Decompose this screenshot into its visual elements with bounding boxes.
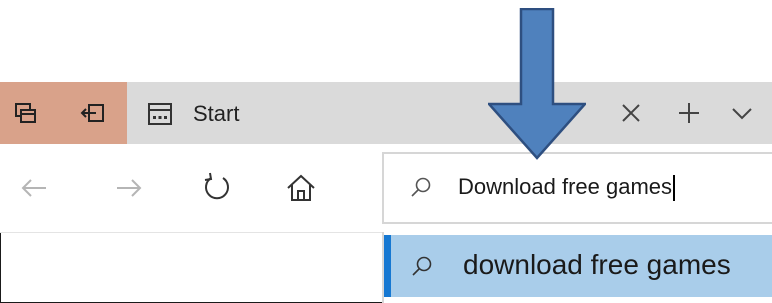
address-input[interactable]: Download free games	[458, 171, 675, 203]
search-icon	[408, 175, 434, 201]
tab-preview-icon[interactable]	[13, 100, 39, 126]
tab-title: Start	[193, 101, 240, 126]
back-arrow-icon[interactable]	[16, 170, 52, 206]
address-input-text: Download free games	[458, 174, 673, 199]
close-icon[interactable]	[614, 96, 648, 130]
search-icon	[409, 254, 435, 280]
set-tabs-aside-icon[interactable]	[80, 100, 106, 126]
down-arrow-annotation	[488, 8, 586, 160]
forward-arrow-icon[interactable]	[111, 170, 147, 206]
tab-actions-group	[0, 82, 127, 144]
suggestions-dropdown: download free games	[382, 232, 772, 303]
navigation-toolbar: Download free games	[0, 144, 772, 233]
tab-bar: Start	[0, 82, 772, 144]
refresh-icon[interactable]	[199, 170, 235, 206]
address-bar[interactable]: Download free games	[382, 152, 772, 224]
suggestion-text: download free games	[463, 249, 731, 280]
tab-start[interactable]: Start	[127, 82, 772, 144]
text-caret	[673, 175, 675, 202]
home-icon[interactable]	[283, 170, 319, 206]
desktop-area	[0, 0, 772, 82]
plus-icon[interactable]	[672, 96, 706, 130]
start-page-icon	[147, 101, 173, 127]
suggestion-item[interactable]: download free games	[384, 235, 772, 297]
chevron-down-icon[interactable]	[725, 96, 759, 130]
